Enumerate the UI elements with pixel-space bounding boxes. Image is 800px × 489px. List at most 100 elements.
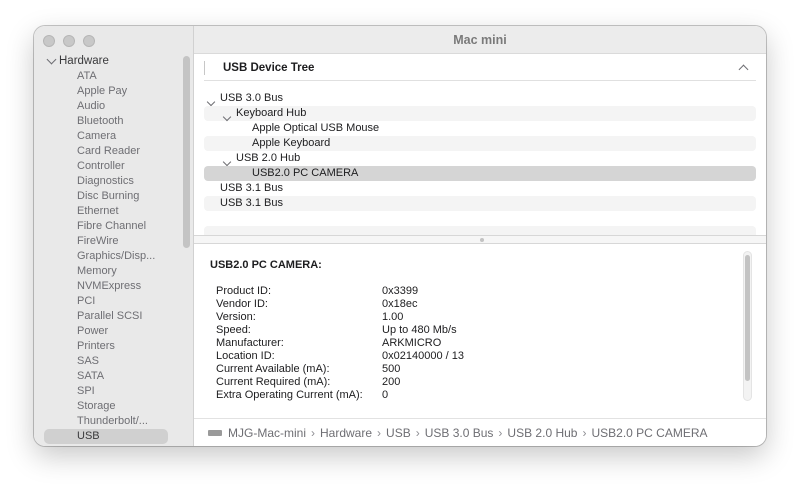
close-button[interactable]	[43, 35, 55, 47]
chevron-right-icon: ›	[311, 425, 315, 440]
sidebar-item[interactable]: Diagnostics	[34, 174, 194, 189]
tree-title: USB Device Tree	[223, 61, 315, 74]
property-key: Vendor ID:	[216, 298, 268, 310]
property-key: Location ID:	[216, 350, 275, 362]
tree-row[interactable]: USB2.0 PC CAMERA	[204, 166, 756, 181]
tree-row-label: USB2.0 PC CAMERA	[252, 167, 359, 179]
property-row: Version: 1.00	[216, 311, 464, 324]
property-value: 0x02140000 / 13	[382, 350, 464, 362]
chevron-right-icon: ›	[498, 425, 503, 440]
property-row: Location ID: 0x02140000 / 13	[216, 350, 464, 363]
tree-row[interactable]: USB 2.0 Hub	[204, 151, 756, 167]
sidebar-scrollbar[interactable]	[183, 56, 190, 248]
tree-rows: USB 3.0 Bus Keyboard Hub Apple Optical USB…	[204, 91, 756, 241]
path-bar: MJG-Mac-mini › Hardware › USB › USB 3.0 Bus › US…	[194, 418, 766, 446]
sidebar-item[interactable]: SAS	[34, 354, 194, 369]
property-row: Current Required (mA): 200	[216, 376, 464, 389]
window-controls	[43, 35, 95, 47]
tree-row[interactable]: USB 3.0 Bus	[204, 91, 756, 107]
property-row: Extra Operating Current (mA): 0	[216, 389, 464, 402]
path-crumb[interactable]: USB2.0 PC CAMERA	[591, 426, 707, 440]
tree-row-label: USB 2.0 Hub	[236, 152, 301, 164]
sidebar-list: ATA Apple Pay Audio Bluetooth Camera Card Rea…	[34, 69, 194, 444]
sidebar-item[interactable]: Card Reader	[34, 144, 194, 159]
tree-header: USB Device Tree	[204, 55, 756, 81]
sidebar-item[interactable]: NVMExpress	[34, 279, 194, 294]
sidebar-item[interactable]: Power	[34, 324, 194, 339]
tree-row-label: USB 3.1 Bus	[220, 197, 283, 209]
tree-row[interactable]: Apple Keyboard	[204, 136, 756, 151]
sidebar-item[interactable]: USB	[44, 429, 168, 444]
split-divider[interactable]	[194, 235, 766, 244]
sidebar-item[interactable]: Ethernet	[34, 204, 194, 219]
details-scrollbar[interactable]	[743, 251, 752, 401]
property-key: Version:	[216, 311, 256, 323]
property-row: Vendor ID: 0x18ec	[216, 298, 464, 311]
property-value: Up to 480 Mb/s	[382, 324, 457, 336]
property-key: Product ID:	[216, 285, 272, 297]
property-row: Speed: Up to 480 Mb/s	[216, 324, 464, 337]
tree-row[interactable]: USB 3.1 Bus	[204, 196, 756, 211]
path-crumb[interactable]: USB	[386, 426, 411, 440]
tree-row	[204, 211, 756, 226]
property-value: ARKMICRO	[382, 337, 442, 349]
sidebar-item[interactable]: Graphics/Disp...	[34, 249, 194, 264]
property-key: Current Required (mA):	[216, 376, 331, 388]
tree-row[interactable]: Keyboard Hub	[204, 106, 756, 122]
path-crumb[interactable]: USB 3.0 Bus	[425, 426, 494, 440]
sidebar-item[interactable]: Storage	[34, 399, 194, 414]
property-row: Current Available (mA): 500	[216, 363, 464, 376]
sidebar-item[interactable]: Fibre Channel	[34, 219, 194, 234]
sidebar-item[interactable]: Printers	[34, 339, 194, 354]
tree-row[interactable]: USB 3.1 Bus	[204, 181, 756, 196]
tree-row-label: USB 3.1 Bus	[220, 182, 283, 194]
property-key: Speed:	[216, 324, 251, 336]
tree-row[interactable]: Apple Optical USB Mouse	[204, 121, 756, 136]
property-value: 1.00	[382, 311, 404, 323]
sidebar-section-hardware[interactable]: Hardware	[46, 54, 109, 67]
sidebar-section-label: Hardware	[59, 55, 109, 67]
property-value: 200	[382, 376, 401, 388]
sidebar-item[interactable]: Disc Burning	[34, 189, 194, 204]
tree-row-label: Apple Optical USB Mouse	[252, 122, 380, 134]
tree-row-label: USB 3.0 Bus	[220, 92, 283, 104]
sidebar-item[interactable]: Bluetooth	[34, 114, 194, 129]
divider-handle-icon	[480, 238, 484, 242]
sidebar-item[interactable]: PCI	[34, 294, 194, 309]
property-row: Manufacturer: ARKMICRO	[216, 337, 464, 350]
property-key: Manufacturer:	[216, 337, 284, 349]
property-list: Product ID: 0x3399 Vendor ID: 0x18ec Version…	[216, 285, 464, 402]
sidebar-item[interactable]: Thunderbolt/...	[34, 414, 194, 429]
path-crumb[interactable]: Hardware	[320, 426, 372, 440]
property-value: 0x18ec	[382, 298, 418, 310]
sidebar-item[interactable]: Controller	[34, 159, 194, 174]
zoom-button[interactable]	[83, 35, 95, 47]
sidebar-item[interactable]: Camera	[34, 129, 194, 144]
path-crumb[interactable]: MJG-Mac-mini	[228, 426, 306, 440]
property-value: 0x3399	[382, 285, 419, 297]
scrollbar-thumb[interactable]	[745, 255, 750, 381]
header-separator	[204, 60, 205, 75]
chevron-down-icon	[222, 157, 232, 167]
sidebar-item[interactable]: Apple Pay	[34, 84, 194, 99]
sidebar-item[interactable]: SPI	[34, 384, 194, 399]
tree-row-label: Apple Keyboard	[252, 137, 331, 149]
path-crumb[interactable]: USB 2.0 Hub	[507, 426, 577, 440]
collapse-button[interactable]	[736, 61, 750, 75]
usb-device-tree-panel: USB Device Tree USB 3.0 Bus Keyboard Hub A…	[194, 55, 766, 241]
chevron-up-icon	[738, 64, 748, 74]
chevron-down-icon	[206, 97, 216, 107]
details-title: USB2.0 PC CAMERA:	[210, 259, 322, 271]
chevron-down-icon	[46, 54, 57, 65]
minimize-button[interactable]	[63, 35, 75, 47]
system-information-window: Hardware ATA Apple Pay Audio Bluetooth Camer…	[34, 26, 766, 446]
sidebar: Hardware ATA Apple Pay Audio Bluetooth Camer…	[34, 26, 194, 446]
chevron-down-icon	[222, 112, 232, 122]
sidebar-item[interactable]: FireWire	[34, 234, 194, 249]
sidebar-item[interactable]: Parallel SCSI	[34, 309, 194, 324]
sidebar-item[interactable]: Audio	[34, 99, 194, 114]
sidebar-item[interactable]: ATA	[34, 69, 194, 84]
sidebar-item[interactable]: SATA	[34, 369, 194, 384]
sidebar-item[interactable]: Memory	[34, 264, 194, 279]
details-panel: USB2.0 PC CAMERA: Product ID: 0x3399 Vendo…	[194, 245, 766, 418]
